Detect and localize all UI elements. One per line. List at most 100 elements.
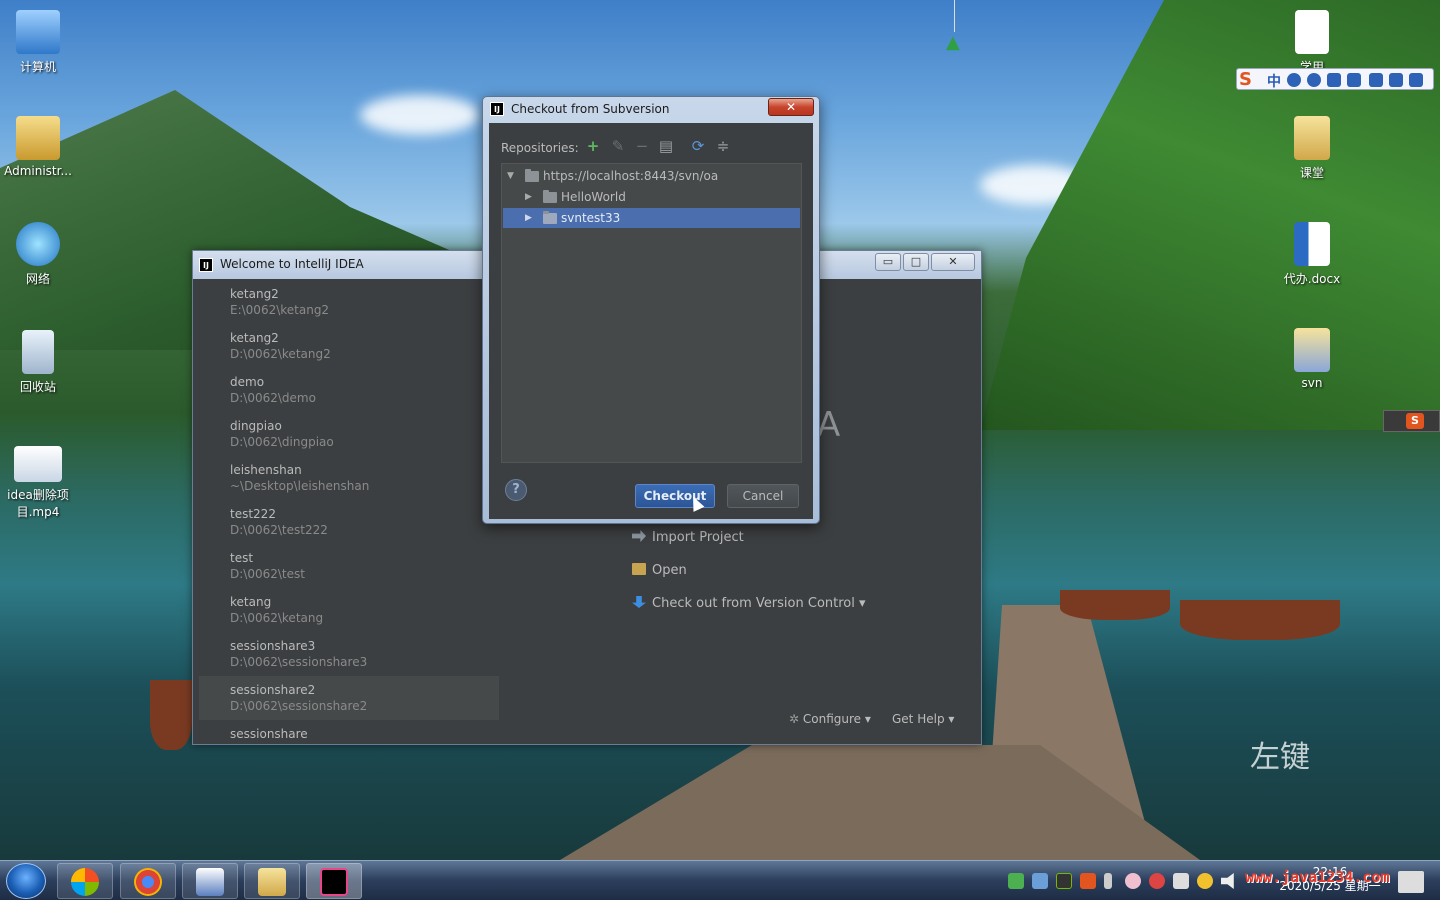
recent-project-item[interactable]: demo D:\0062\demo <box>199 368 499 412</box>
update-icon[interactable] <box>1197 873 1213 889</box>
user-folder-icon <box>16 116 60 160</box>
desktop-icon-shortcut-xueyong[interactable]: 学用 <box>1274 10 1350 75</box>
open-label: Open <box>652 563 687 578</box>
skin-icon[interactable] <box>1389 73 1403 87</box>
desktop-icon-svn[interactable]: svn <box>1274 328 1350 390</box>
start-button[interactable] <box>6 863 46 899</box>
recent-project-item[interactable]: ketang2 E:\0062\ketang2 <box>199 280 499 324</box>
desktop-icon-label: 代办.docx <box>1283 272 1341 286</box>
recent-projects-list[interactable]: ketang2 E:\0062\ketang2 ketang2 D:\0062\… <box>199 280 499 740</box>
repository-tree[interactable]: ▼ https://localhost:8443/svn/oa ▶ HelloW… <box>501 163 802 463</box>
desktop-icon-administrator[interactable]: Administr... <box>0 116 76 178</box>
flower-icon[interactable] <box>1125 873 1141 889</box>
notification-icon[interactable] <box>1398 871 1424 893</box>
tree-node-helloworld[interactable]: ▶ HelloWorld <box>503 187 800 207</box>
nvidia-icon[interactable] <box>1056 873 1072 889</box>
punctuation-icon[interactable] <box>1287 73 1301 87</box>
cancel-button[interactable]: Cancel <box>727 484 799 508</box>
keyboard-icon[interactable] <box>1347 73 1361 87</box>
recent-project-item[interactable]: ketang D:\0062\ketang <box>199 588 499 632</box>
help-button[interactable]: ? <box>505 479 527 501</box>
open-action[interactable]: Open <box>632 563 687 578</box>
svn-folder-icon <box>1294 328 1330 372</box>
desktop-icon-network[interactable]: 网络 <box>0 222 76 287</box>
recent-project-item[interactable]: dingpiao D:\0062\dingpiao <box>199 412 499 456</box>
tree-node-label: HelloWorld <box>561 190 626 204</box>
recent-project-name: test <box>230 551 254 565</box>
recent-project-path: D:\0062\test222 <box>230 523 328 537</box>
intellij-logo-icon: IJ <box>490 102 504 116</box>
volume-icon[interactable] <box>1221 873 1234 889</box>
mountain-right <box>980 0 1440 430</box>
sogou-small-icon[interactable]: S <box>1406 413 1424 429</box>
display-icon[interactable] <box>1173 873 1189 889</box>
microphone-icon[interactable] <box>1327 73 1341 87</box>
desktop-icon-computer[interactable]: 计算机 <box>0 10 76 75</box>
minimize-button[interactable]: ▭ <box>875 253 901 271</box>
ime-toolbar[interactable]: S 中 <box>1236 68 1434 90</box>
recent-project-item[interactable]: leishenshan ~\Desktop\leishenshan <box>199 456 499 500</box>
recent-project-name: test222 <box>230 507 276 521</box>
recent-project-item[interactable]: ketang2 D:\0062\ketang2 <box>199 324 499 368</box>
desktop-icon-ketang[interactable]: 课堂 <box>1274 116 1350 181</box>
ime-mode-toggle[interactable]: 中 <box>1267 71 1281 91</box>
m-app-icon <box>196 868 224 896</box>
taskbar-app-1[interactable] <box>57 863 113 899</box>
tree-root-node[interactable]: ▼ https://localhost:8443/svn/oa <box>503 166 800 186</box>
recent-project-path: D:\0062\ketang <box>230 611 324 625</box>
close-button[interactable]: ✕ <box>931 253 975 271</box>
recent-project-path: D:\0062\test <box>230 567 305 581</box>
desktop-icon-daiban-docx[interactable]: 代办.docx <box>1274 222 1350 287</box>
taskbar-explorer[interactable] <box>244 863 300 899</box>
recent-project-item[interactable]: test D:\0062\test <box>199 544 499 588</box>
recent-project-name: sessionshare <box>230 727 308 740</box>
dialog-close-button[interactable]: ✕ <box>768 98 814 116</box>
recycle-bin-icon <box>22 330 54 374</box>
chrome-icon <box>134 868 162 896</box>
recent-project-path: D:\0062\demo <box>230 391 316 405</box>
toolbox-icon[interactable] <box>1409 73 1423 87</box>
taskbar-intellij[interactable] <box>306 863 362 899</box>
collapsed-arrow-icon[interactable]: ▶ <box>525 187 535 207</box>
checkout-vcs-label: Check out from Version Control ▾ <box>652 596 866 611</box>
taskbar-chrome[interactable] <box>120 863 176 899</box>
product-name-fragment: A <box>817 405 841 445</box>
recent-project-item[interactable]: sessionshare3 D:\0062\sessionshare3 <box>199 632 499 676</box>
desktop-icon-recycle-bin[interactable]: 回收站 <box>0 330 76 395</box>
recent-project-name: ketang <box>230 595 272 609</box>
configure-menu[interactable]: ✲ Configure ▾ <box>789 712 871 726</box>
security-icon[interactable] <box>1149 873 1165 889</box>
tree-node-svntest33[interactable]: ▶ svntest33 <box>503 208 800 228</box>
collapsed-arrow-icon[interactable]: ▶ <box>525 208 535 228</box>
sogou-tray-icon[interactable] <box>1080 873 1096 889</box>
recent-project-name: leishenshan <box>230 463 302 477</box>
download-arrow-icon <box>632 596 646 608</box>
emoji-icon[interactable] <box>1307 73 1321 87</box>
remove-repository-icon[interactable]: − <box>633 137 651 155</box>
refresh-icon[interactable]: ⟳ <box>689 137 707 155</box>
recent-project-item[interactable]: sessionshare <box>199 720 499 740</box>
import-project-action[interactable]: Import Project <box>632 530 744 545</box>
network-tray-icon[interactable] <box>1032 873 1048 889</box>
add-repository-icon[interactable]: + <box>584 137 602 155</box>
checkout-vcs-action[interactable]: Check out from Version Control ▾ <box>632 596 866 611</box>
recent-project-name: sessionshare3 <box>230 639 316 653</box>
recent-project-item[interactable]: test222 D:\0062\test222 <box>199 500 499 544</box>
desktop-icon-video[interactable]: idea删除项目.mp4 <box>0 446 76 520</box>
folder-icon <box>543 190 557 203</box>
thermometer-icon[interactable] <box>1104 873 1112 889</box>
shield-icon[interactable] <box>1008 873 1024 889</box>
get-help-menu[interactable]: Get Help ▾ <box>892 712 954 726</box>
browse-icon[interactable]: ▤ <box>657 137 675 155</box>
collapse-all-icon[interactable]: ≑ <box>714 137 732 155</box>
sogou-logo-icon[interactable]: S <box>1239 69 1252 91</box>
user-icon[interactable] <box>1369 73 1383 87</box>
edit-repository-icon[interactable]: ✎ <box>609 137 627 155</box>
maximize-button[interactable]: □ <box>903 253 929 271</box>
ime-side-widget[interactable]: S <box>1383 410 1440 432</box>
recent-project-item[interactable]: sessionshare2 D:\0062\sessionshare2 <box>199 676 499 720</box>
video-file-icon <box>14 446 62 482</box>
boat <box>1060 590 1170 620</box>
taskbar-app-m[interactable] <box>182 863 238 899</box>
expanded-arrow-icon[interactable]: ▼ <box>507 166 517 186</box>
